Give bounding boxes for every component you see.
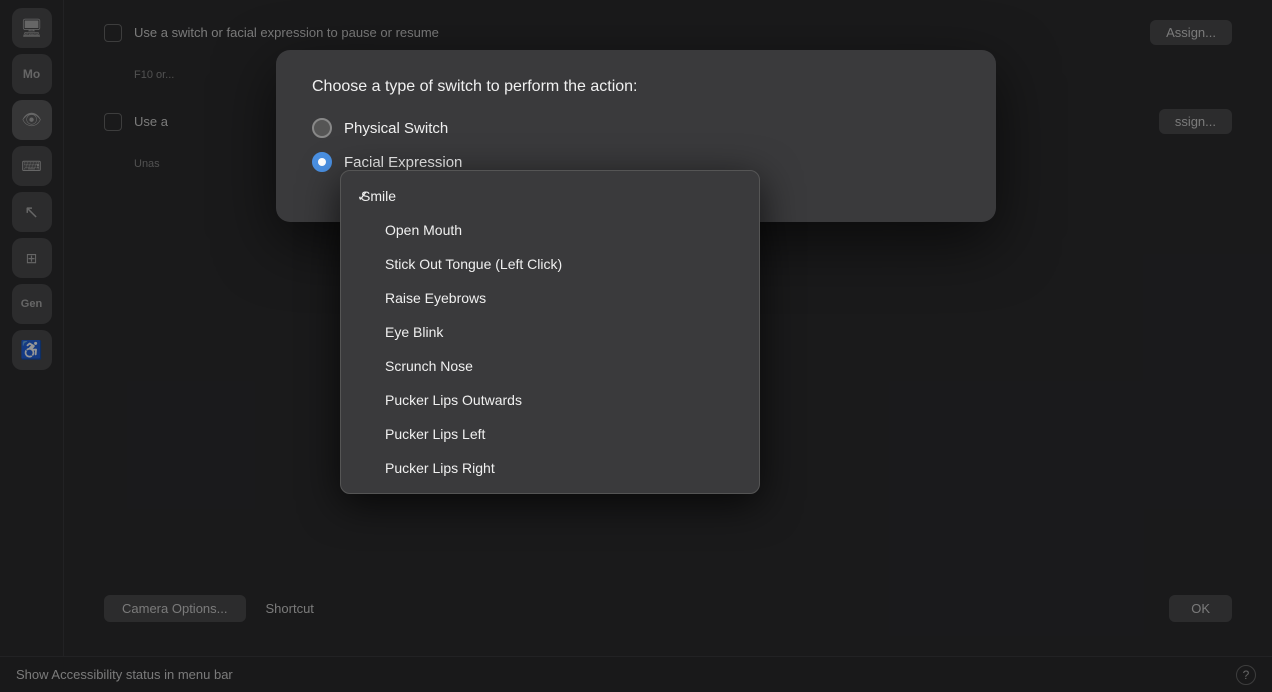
dropdown-label-eye-blink: Eye Blink [385,324,443,340]
dropdown-item-open-mouth[interactable]: Open Mouth [341,213,759,247]
dropdown-label-pucker-lips-outwards: Pucker Lips Outwards [385,392,522,408]
dropdown-label-pucker-lips-right: Pucker Lips Right [385,460,495,476]
dropdown-label-stick-out-tongue: Stick Out Tongue (Left Click) [385,256,562,272]
physical-switch-radio[interactable] [312,118,332,138]
check-icon: ✓ [357,188,369,205]
dropdown-item-pucker-lips-right[interactable]: Pucker Lips Right [341,451,759,485]
physical-switch-label: Physical Switch [344,120,448,137]
dialog-title: Choose a type of switch to perform the a… [312,78,960,96]
dropdown-label-scrunch-nose: Scrunch Nose [385,358,473,374]
dropdown-label-open-mouth: Open Mouth [385,222,462,238]
physical-switch-option[interactable]: Physical Switch [312,118,960,138]
facial-expression-option[interactable]: Facial Expression [312,152,960,172]
dropdown-item-pucker-lips-outwards[interactable]: Pucker Lips Outwards [341,383,759,417]
dropdown-label-pucker-lips-left: Pucker Lips Left [385,426,485,442]
dropdown-label-raise-eyebrows: Raise Eyebrows [385,290,486,306]
facial-expression-radio[interactable] [312,152,332,172]
dropdown-item-smile[interactable]: ✓ Smile [341,179,759,213]
dropdown-item-pucker-lips-left[interactable]: Pucker Lips Left [341,417,759,451]
dropdown-item-raise-eyebrows[interactable]: Raise Eyebrows [341,281,759,315]
facial-expression-label: Facial Expression [344,154,462,171]
dropdown-item-eye-blink[interactable]: Eye Blink [341,315,759,349]
facial-expression-dropdown: ✓ Smile Open Mouth Stick Out Tongue (Lef… [340,170,760,494]
dropdown-item-scrunch-nose[interactable]: Scrunch Nose [341,349,759,383]
modal-overlay: Choose a type of switch to perform the a… [0,0,1272,692]
dropdown-item-stick-out-tongue[interactable]: Stick Out Tongue (Left Click) [341,247,759,281]
